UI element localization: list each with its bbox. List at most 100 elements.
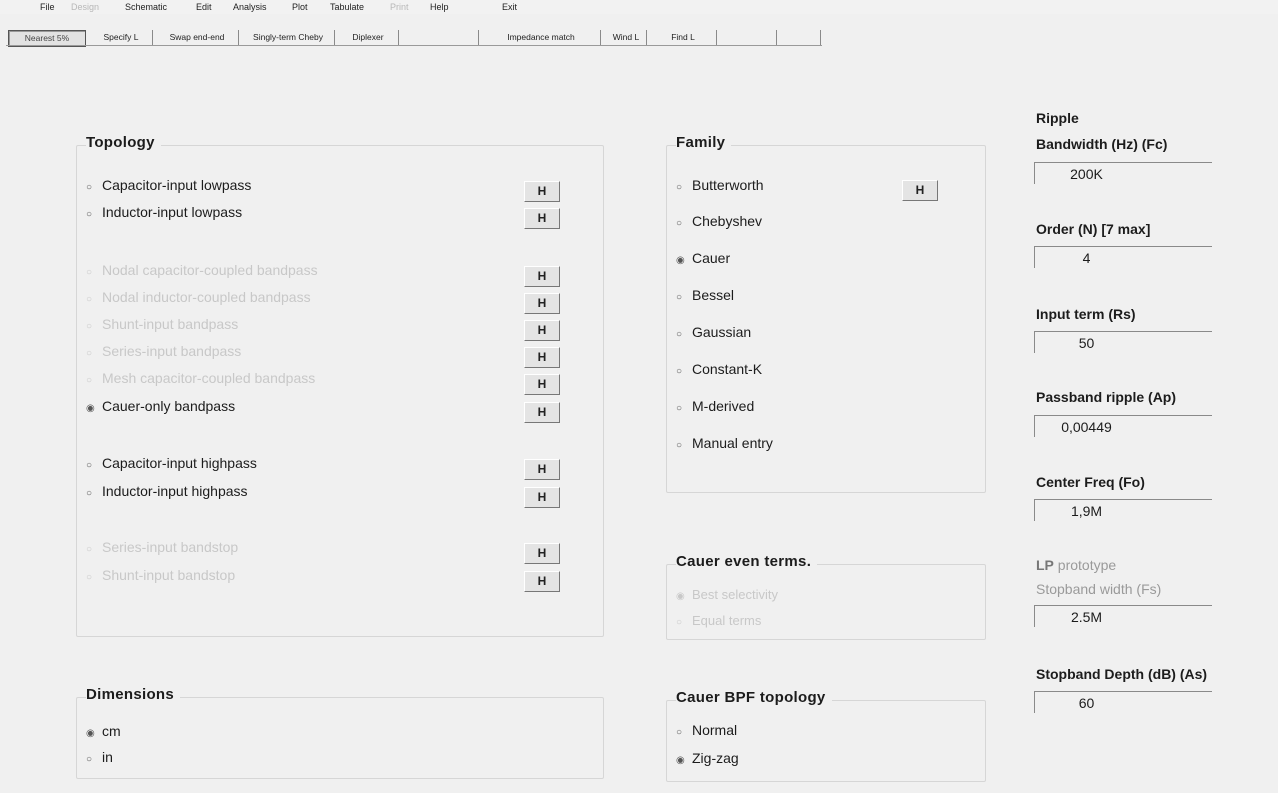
- singly-term-cheby-button[interactable]: Singly-term Cheby: [242, 30, 335, 45]
- cauer-best-selectivity-radio[interactable]: ◉ Best selectivity: [676, 587, 778, 602]
- radio-selected-icon: ◉: [86, 728, 95, 739]
- ripple-label: Ripple: [1036, 110, 1079, 126]
- input-term-input[interactable]: 50: [1034, 331, 1212, 353]
- topology-mesh-capacitor-coupled-bandpass-radio[interactable]: ○ Mesh capacitor-coupled bandpass: [86, 370, 315, 386]
- radio-empty-icon: ○: [676, 182, 683, 193]
- topology-capacitor-input-highpass-radio[interactable]: ○ Capacitor-input highpass: [86, 455, 257, 471]
- topology-inductor-input-lowpass-radio[interactable]: ○ Inductor-input lowpass: [86, 204, 242, 220]
- help-button[interactable]: H: [524, 374, 560, 395]
- family-chebyshev-radio[interactable]: ○ Chebyshev: [676, 213, 762, 229]
- swap-end-end-button[interactable]: Swap end-end: [156, 30, 239, 45]
- topology-shunt-input-bandstop-radio[interactable]: ○ Shunt-input bandstop: [86, 567, 235, 583]
- menu-file[interactable]: File: [40, 2, 55, 12]
- family-bessel-radio[interactable]: ○ Bessel: [676, 287, 734, 303]
- radio-empty-icon: ○: [86, 544, 93, 555]
- help-button[interactable]: H: [524, 571, 560, 592]
- find-l-button[interactable]: Find L: [650, 30, 717, 45]
- cauer-even-terms-group: [666, 564, 986, 640]
- radio-empty-icon: ○: [86, 321, 93, 332]
- menu-bar: File Design Schematic Edit Analysis Plot…: [0, 0, 1278, 14]
- help-button[interactable]: H: [524, 459, 560, 480]
- specify-l-button[interactable]: Specify L: [90, 30, 153, 45]
- family-butterworth-radio[interactable]: ○ Butterworth: [676, 177, 764, 193]
- radio-empty-icon: ○: [86, 294, 93, 305]
- menu-design[interactable]: Design: [71, 2, 99, 12]
- stopband-width-label: Stopband width (Fs): [1036, 581, 1162, 597]
- dimensions-in-radio[interactable]: ○ in: [86, 749, 113, 765]
- cauer-bpf-topology-title: Cauer BPF topology: [676, 689, 832, 706]
- dimensions-title: Dimensions: [86, 686, 181, 703]
- menu-plot[interactable]: Plot: [292, 2, 308, 12]
- topology-nodal-capacitor-coupled-bandpass-radio[interactable]: ○ Nodal capacitor-coupled bandpass: [86, 262, 318, 278]
- radio-empty-icon: ○: [86, 754, 93, 765]
- radio-empty-icon: ○: [676, 617, 683, 628]
- family-constant-k-radio[interactable]: ○ Constant-K: [676, 361, 762, 377]
- disabled-toolbar-button-2[interactable]: [720, 30, 777, 45]
- input-term-label: Input term (Rs): [1036, 306, 1136, 322]
- topology-capacitor-input-lowpass-radio[interactable]: ○ Capacitor-input lowpass: [86, 177, 251, 193]
- family-title: Family: [676, 134, 732, 151]
- disabled-toolbar-button-3[interactable]: [780, 30, 821, 45]
- radio-empty-icon: ○: [676, 440, 683, 451]
- radio-selected-icon: ◉: [676, 255, 685, 266]
- help-button[interactable]: H: [524, 402, 560, 423]
- family-cauer-radio[interactable]: ◉ Cauer: [676, 250, 730, 266]
- cauer-bpf-normal-radio[interactable]: ○ Normal: [676, 722, 737, 738]
- cauer-bpf-topology-group: [666, 700, 986, 782]
- menu-print[interactable]: Print: [390, 2, 409, 12]
- diplexer-button[interactable]: Diplexer: [338, 30, 399, 45]
- menu-schematic[interactable]: Schematic: [125, 2, 167, 12]
- passband-ripple-label: Passband ripple (Ap): [1036, 389, 1177, 405]
- center-freq-input[interactable]: 1,9M: [1034, 499, 1212, 521]
- radio-empty-icon: ○: [86, 209, 93, 220]
- menu-analysis[interactable]: Analysis: [233, 2, 267, 12]
- lp-prototype-label: LP prototype: [1036, 557, 1117, 573]
- menu-tabulate[interactable]: Tabulate: [330, 2, 364, 12]
- bandwidth-label: Bandwidth (Hz) (Fc): [1036, 136, 1168, 152]
- family-gaussian-radio[interactable]: ○ Gaussian: [676, 324, 751, 340]
- impedance-match-button[interactable]: Impedance match: [482, 30, 601, 45]
- radio-empty-icon: ○: [86, 267, 93, 278]
- help-button[interactable]: H: [524, 543, 560, 564]
- help-button[interactable]: H: [524, 347, 560, 368]
- menu-help[interactable]: Help: [430, 2, 449, 12]
- cauer-equal-terms-radio[interactable]: ○ Equal terms: [676, 613, 761, 628]
- center-freq-label: Center Freq (Fo): [1036, 474, 1145, 490]
- passband-ripple-input[interactable]: 0,00449: [1034, 415, 1212, 437]
- radio-empty-icon: ○: [676, 218, 683, 229]
- radio-empty-icon: ○: [676, 366, 683, 377]
- help-button[interactable]: H: [524, 320, 560, 341]
- topology-inductor-input-highpass-radio[interactable]: ○ Inductor-input highpass: [86, 483, 248, 499]
- stopband-depth-label: Stopband Depth (dB) (As): [1036, 666, 1208, 682]
- stopband-depth-input[interactable]: 60: [1034, 691, 1212, 713]
- topology-series-input-bandstop-radio[interactable]: ○ Series-input bandstop: [86, 539, 238, 555]
- dimensions-cm-radio[interactable]: ◉ cm: [86, 723, 121, 739]
- help-button[interactable]: H: [524, 293, 560, 314]
- order-input[interactable]: 4: [1034, 246, 1212, 268]
- topology-series-input-bandpass-radio[interactable]: ○ Series-input bandpass: [86, 343, 241, 359]
- topology-shunt-input-bandpass-radio[interactable]: ○ Shunt-input bandpass: [86, 316, 238, 332]
- topology-cauer-only-bandpass-radio[interactable]: ◉ Cauer-only bandpass: [86, 398, 235, 414]
- help-button[interactable]: H: [524, 487, 560, 508]
- help-button[interactable]: H: [524, 208, 560, 229]
- family-manual-entry-radio[interactable]: ○ Manual entry: [676, 435, 773, 451]
- radio-selected-icon: ◉: [676, 755, 685, 766]
- help-button[interactable]: H: [524, 181, 560, 202]
- help-button[interactable]: H: [524, 266, 560, 287]
- wind-l-button[interactable]: Wind L: [606, 30, 647, 45]
- menu-exit[interactable]: Exit: [502, 2, 517, 12]
- topology-title: Topology: [86, 134, 161, 151]
- radio-empty-icon: ○: [676, 329, 683, 340]
- radio-empty-icon: ○: [86, 488, 93, 499]
- radio-empty-icon: ○: [676, 727, 683, 738]
- disabled-toolbar-button-1[interactable]: [402, 30, 479, 45]
- family-m-derived-radio[interactable]: ○ M-derived: [676, 398, 754, 414]
- bandwidth-input[interactable]: 200K: [1034, 162, 1212, 184]
- family-help-button[interactable]: H: [902, 180, 938, 201]
- topology-nodal-inductor-coupled-bandpass-radio[interactable]: ○ Nodal inductor-coupled bandpass: [86, 289, 311, 305]
- cauer-even-terms-title: Cauer even terms.: [676, 553, 818, 570]
- stopband-width-input[interactable]: 2.5M: [1034, 605, 1212, 627]
- cauer-bpf-zig-zag-radio[interactable]: ◉ Zig-zag: [676, 750, 739, 766]
- menu-edit[interactable]: Edit: [196, 2, 212, 12]
- radio-empty-icon: ○: [86, 375, 93, 386]
